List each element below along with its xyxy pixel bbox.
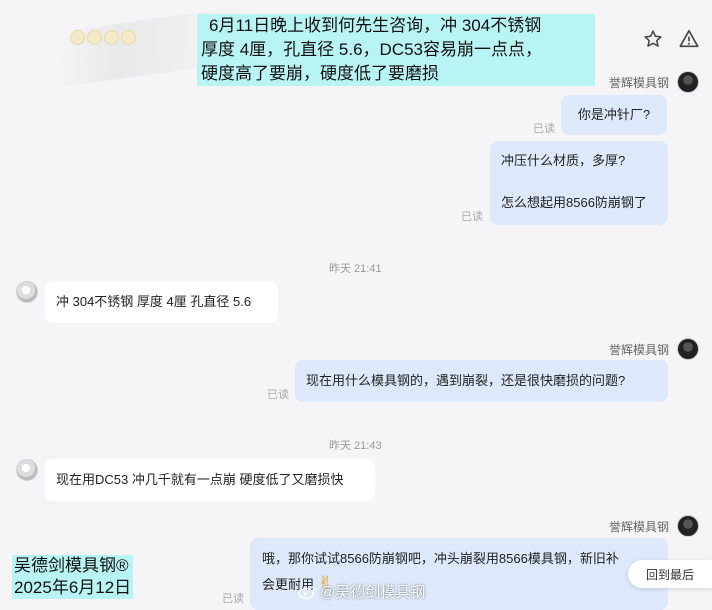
headline-line-1: 6月11日晚上收到何先生咨询，冲 304不锈钢 — [209, 16, 542, 35]
star-icon[interactable] — [641, 27, 665, 51]
message-bubble[interactable]: 现在用什么模具钢的，遇到崩裂，还是很快磨损的问题? — [295, 360, 668, 402]
message-text: 怎么想起用8566防崩钢了 — [501, 195, 647, 210]
message-text: 现在用什么模具钢的，遇到崩裂，还是很快磨损的问题? — [306, 373, 626, 388]
scroll-to-latest-button[interactable]: 回到最后 — [628, 560, 712, 588]
read-status: 已读 — [461, 211, 483, 223]
message-bubble[interactable]: 现在用DC53 冲几千就有一点崩 硬度低了又磨损快 — [45, 459, 375, 501]
message-bubble[interactable]: 你是冲针厂? — [561, 95, 667, 135]
scroll-to-latest-label: 回到最后 — [645, 567, 694, 582]
message-text: 现在用DC53 冲几千就有一点崩 硬度低了又磨损快 — [56, 472, 344, 487]
message-bubble[interactable]: 冲 304不锈钢 厚度 4厘 孔直径 5.6 — [45, 281, 278, 323]
sender-name: 誉辉模具钢 — [609, 343, 670, 357]
signature-annotation: 吴德剑模具钢® 2025年6月12日 — [12, 555, 134, 599]
message-text: 哦，那你试试8566防崩钢吧，冲头崩裂用8566模具钢，新旧补 — [262, 551, 619, 566]
sender-name: 誉辉模具钢 — [609, 76, 670, 90]
watermark: @吴德剑模具钢 — [298, 581, 425, 602]
message-text: 冲 304不锈钢 厚度 4厘 孔直径 5.6 — [56, 294, 252, 309]
avatar[interactable] — [16, 281, 38, 303]
message-bubble[interactable]: 冲压什么材质，多厚? 怎么想起用8566防崩钢了 — [490, 141, 668, 225]
read-status: 已读 — [222, 593, 244, 605]
sender-name: 誉辉模具钢 — [609, 520, 670, 534]
read-status: 已读 — [533, 123, 555, 135]
weibo-icon — [298, 585, 316, 599]
decorative-suns — [70, 30, 138, 50]
read-status: 已读 — [267, 389, 289, 401]
signature-line-2: 2025年6月12日 — [14, 578, 132, 597]
message-text: 你是冲针厂? — [577, 107, 651, 122]
alert-icon[interactable] — [677, 27, 701, 51]
signature-line-1: 吴德剑模具钢® — [14, 556, 129, 575]
headline-line-3: 硬度高了要崩，硬度低了要磨损 — [201, 64, 439, 83]
avatar[interactable] — [677, 515, 699, 537]
watermark-text: @吴德剑模具钢 — [320, 584, 426, 601]
timestamp: 昨天 21:43 — [329, 440, 382, 452]
timestamp: 昨天 21:41 — [329, 263, 382, 275]
avatar[interactable] — [677, 71, 699, 93]
headline-line-2: 厚度 4厘，孔直径 5.6，DC53容易崩一点点， — [201, 40, 542, 59]
avatar[interactable] — [677, 338, 699, 360]
avatar[interactable] — [16, 459, 38, 481]
headline-annotation: 6月11日晚上收到何先生咨询，冲 304不锈钢 厚度 4厘，孔直径 5.6，DC… — [197, 14, 595, 86]
message-text: 冲压什么材质，多厚? — [501, 153, 626, 168]
